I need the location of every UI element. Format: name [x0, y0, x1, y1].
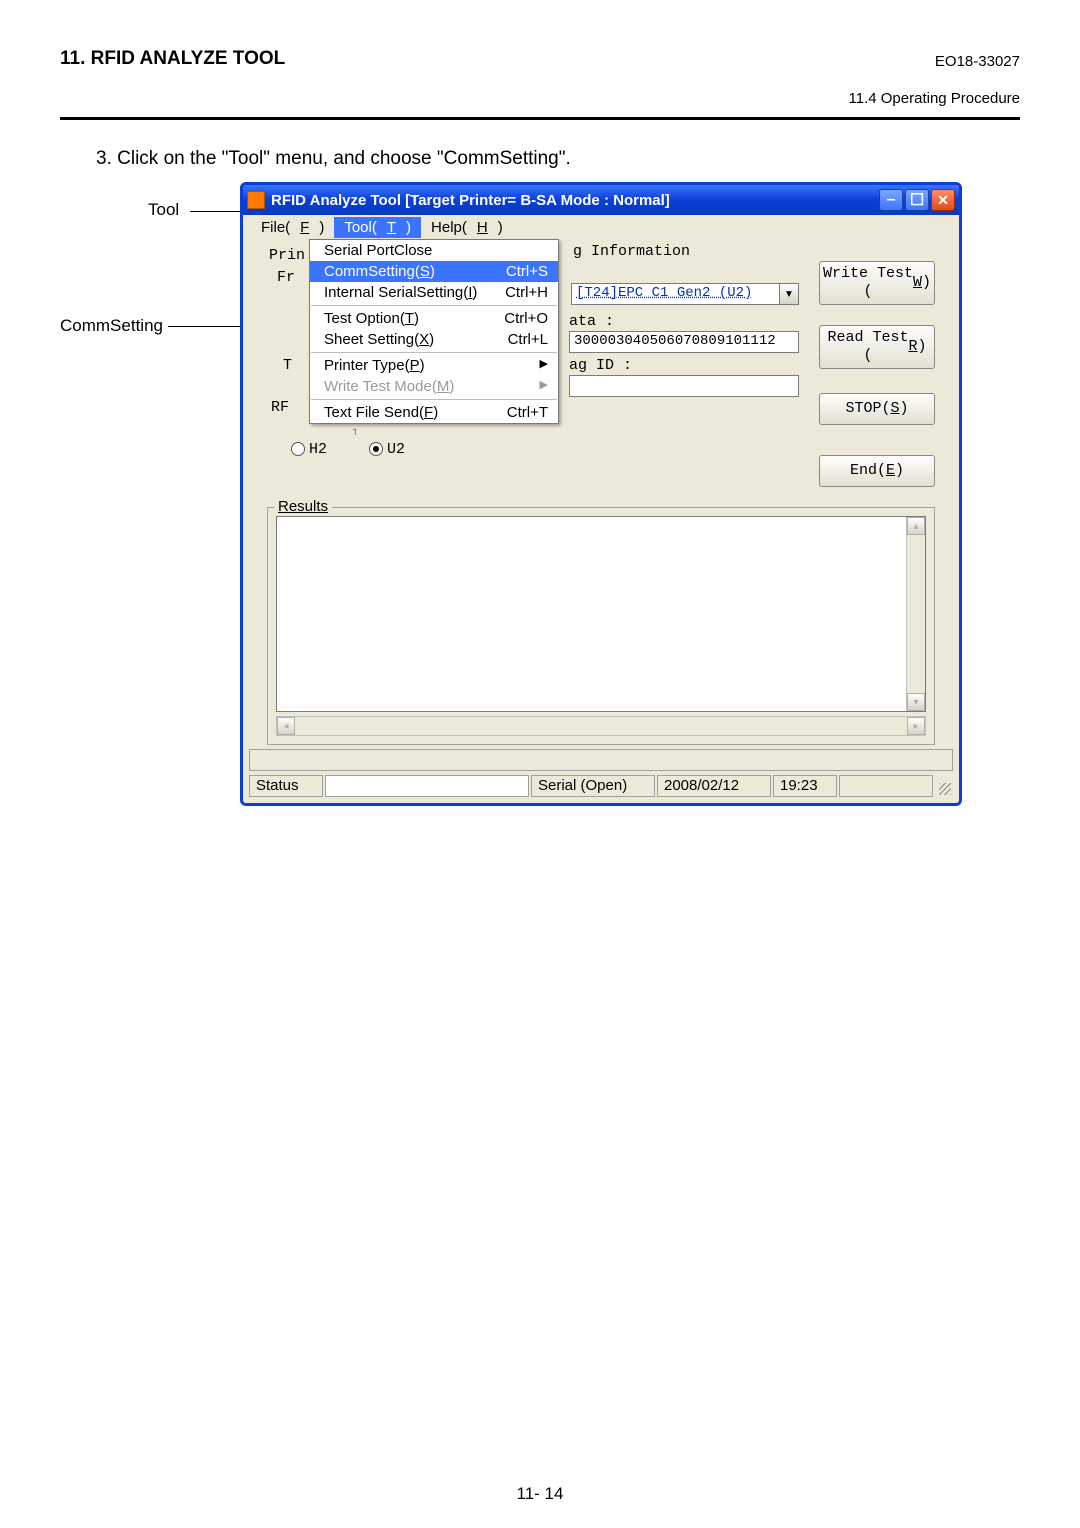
menu-test-option[interactable]: Test Option(T)Ctrl+O: [310, 308, 558, 329]
status-time: 19:23: [773, 775, 837, 797]
data-label: ata :: [569, 313, 614, 330]
menubar: File(F) Tool(T) Help(H): [243, 215, 959, 239]
menu-printer-type[interactable]: Printer Type(P)▶: [310, 355, 558, 376]
results-title: Results: [274, 498, 332, 515]
close-button[interactable]: ✕: [931, 189, 955, 211]
callout-tool: Tool: [148, 200, 179, 220]
header-rule: [60, 117, 1020, 120]
scroll-left-icon[interactable]: ◂: [277, 717, 295, 735]
data-input[interactable]: 300003040506070809101112: [569, 331, 799, 353]
radio-u2[interactable]: U2: [369, 441, 405, 458]
window-body: Prin Fr T RF H2 U2 ┐ Serial PortClose Co…: [243, 239, 959, 803]
dropdown-arrow-icon[interactable]: ▼: [779, 283, 799, 305]
menu-help[interactable]: Help(H): [421, 217, 513, 238]
titlebar: RFID Analyze Tool [Target Printer= B-SA …: [243, 185, 959, 215]
menu-commsetting[interactable]: CommSetting(S)Ctrl+S: [310, 261, 558, 282]
menu-write-test-mode: Write Test Mode(M)▶: [310, 376, 558, 397]
app-icon: [247, 191, 265, 209]
menu-serial-port-close[interactable]: Serial PortClose: [310, 240, 558, 261]
section-label: 11.4 Operating Procedure: [60, 90, 1020, 107]
horizontal-scrollbar[interactable]: ◂ ▸: [276, 716, 926, 736]
menu-text-file-send[interactable]: Text File Send(F)Ctrl+T: [310, 402, 558, 423]
scroll-right-icon[interactable]: ▸: [907, 717, 925, 735]
peek-t: T: [283, 357, 292, 374]
menu-sheet-setting[interactable]: Sheet Setting(X)Ctrl+L: [310, 329, 558, 350]
status-label: Status: [249, 775, 323, 797]
minimize-button[interactable]: –: [879, 189, 903, 211]
menu-internal-serial[interactable]: Internal SerialSetting(I)Ctrl+H: [310, 282, 558, 303]
progress-bar: [249, 749, 953, 771]
status-date: 2008/02/12: [657, 775, 771, 797]
results-textarea[interactable]: ▴ ▾: [276, 516, 926, 712]
read-test-button[interactable]: Read Test(R): [819, 325, 935, 369]
tool-dropdown: Serial PortClose CommSetting(S)Ctrl+S In…: [309, 239, 559, 424]
page-number: 11- 14: [0, 1484, 1080, 1504]
application-window: RFID Analyze Tool [Target Printer= B-SA …: [240, 182, 962, 806]
peek-rf: RF: [271, 399, 289, 416]
peek-fr: Fr: [277, 269, 295, 286]
menu-file[interactable]: File(F): [251, 217, 334, 238]
doc-id: EO18-33027: [935, 53, 1020, 70]
menu-separator: [311, 399, 557, 400]
instruction-step: 3. Click on the "Tool" menu, and choose …: [96, 148, 1020, 170]
scroll-down-icon[interactable]: ▾: [907, 693, 925, 711]
tag-info-title: g Information: [573, 243, 690, 260]
callout-commsetting: CommSetting: [60, 316, 163, 336]
statusbar: Status Serial (Open) 2008/02/12 19:23: [249, 775, 953, 797]
resize-grip-icon[interactable]: [935, 775, 953, 797]
end-button[interactable]: End(E): [819, 455, 935, 487]
callout-line: [168, 326, 248, 327]
menu-separator: [311, 352, 557, 353]
status-spare: [839, 775, 933, 797]
status-message: [325, 775, 529, 797]
tag-type-combo[interactable]: [T24]EPC C1 Gen2 (U2) ▼: [571, 283, 799, 305]
status-connection: Serial (Open): [531, 775, 655, 797]
vertical-scrollbar[interactable]: ▴ ▾: [906, 517, 925, 711]
maximize-button[interactable]: ☐: [905, 189, 929, 211]
tagid-label: ag ID :: [569, 357, 632, 374]
window-title: RFID Analyze Tool [Target Printer= B-SA …: [271, 192, 670, 209]
write-test-button[interactable]: Write Test(W): [819, 261, 935, 305]
menu-tool[interactable]: Tool(T): [334, 217, 421, 238]
tag-type-value: [T24]EPC C1 Gen2 (U2): [571, 283, 779, 305]
page-header-title: 11. RFID ANALYZE TOOL: [60, 48, 285, 70]
peek-prin: Prin: [269, 247, 305, 264]
radio-h2[interactable]: H2: [291, 441, 327, 458]
tagid-input[interactable]: [569, 375, 799, 397]
stop-button[interactable]: STOP(S): [819, 393, 935, 425]
menu-separator: [311, 305, 557, 306]
scroll-up-icon[interactable]: ▴: [907, 517, 925, 535]
results-group: Results ▴ ▾ ◂ ▸: [267, 507, 935, 745]
